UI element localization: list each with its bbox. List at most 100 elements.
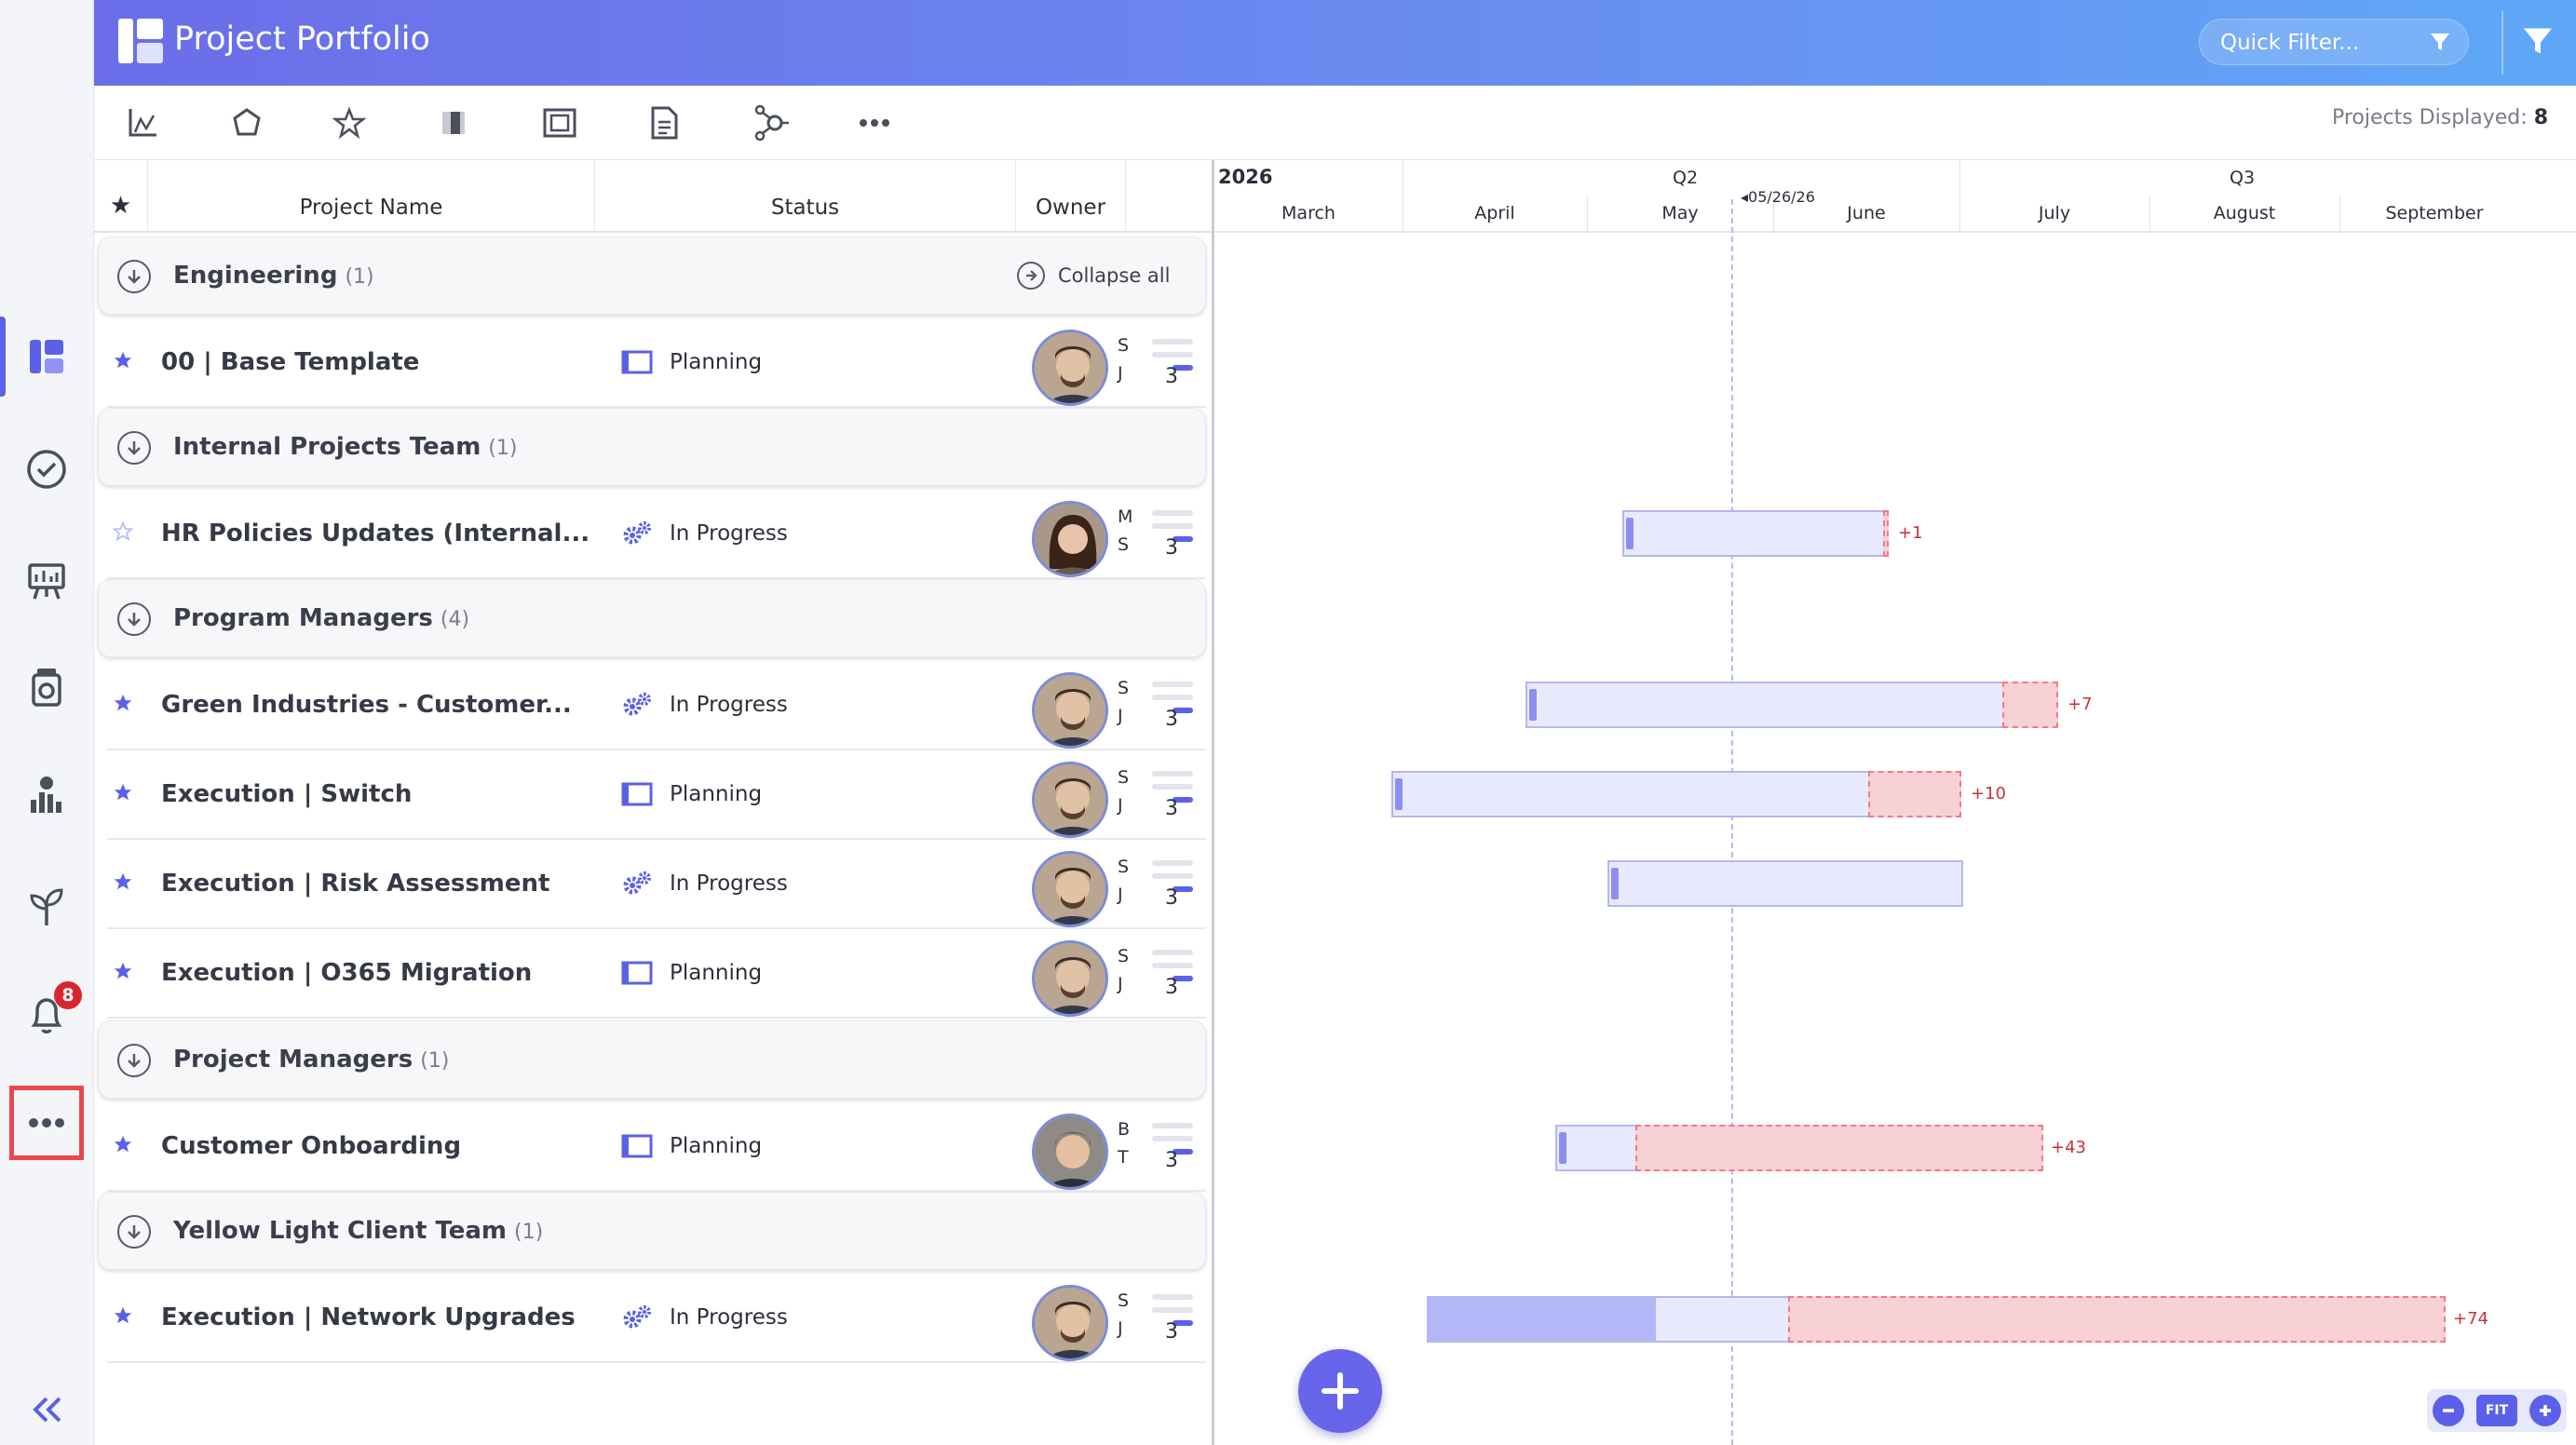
favorite-star-icon[interactable] — [113, 871, 133, 896]
group-collapse-icon[interactable] — [117, 431, 151, 465]
favorite-star-icon[interactable] — [113, 961, 133, 985]
favorite-star-icon[interactable] — [113, 350, 133, 374]
owner-avatar[interactable] — [1032, 672, 1108, 749]
project-name[interactable]: Green Industries - Customer... — [161, 691, 572, 719]
star-outline-icon[interactable] — [329, 102, 370, 143]
collapse-sidebar-icon[interactable] — [13, 1376, 80, 1443]
project-name[interactable]: HR Policies Updates (Internal... — [161, 520, 590, 547]
owner-avatar[interactable] — [1032, 330, 1108, 406]
month-label: April — [1474, 203, 1515, 223]
column-header-status[interactable]: Status — [595, 160, 1016, 233]
owner-avatar[interactable] — [1032, 501, 1108, 577]
favorite-star-outline-icon[interactable] — [112, 520, 134, 546]
project-row[interactable]: Execution | Risk Assessment In Progress … — [107, 840, 1206, 929]
month-label: August — [2213, 203, 2276, 223]
zoom-fit-button[interactable]: FIT — [2475, 1395, 2517, 1426]
gantt-bar[interactable] — [1391, 771, 1870, 817]
month-label: July — [2038, 203, 2071, 223]
owner-avatar[interactable] — [1032, 1114, 1108, 1190]
group-row-internal-projects[interactable]: Internal Projects Team (1) — [98, 408, 1206, 486]
gantt-bar[interactable] — [1525, 682, 2004, 728]
funnel-icon — [2429, 31, 2451, 59]
owner-initials: BT — [1118, 1119, 1131, 1168]
grid-header: ★ Project Name Status Owner — [94, 160, 1212, 233]
project-name[interactable]: Execution | Network Upgrades — [161, 1303, 576, 1331]
filter-button[interactable] — [2521, 24, 2555, 61]
overrun-label: +7 — [2068, 695, 2093, 714]
project-status: In Progress — [621, 520, 788, 547]
workflow-icon[interactable] — [751, 102, 792, 143]
favorite-star-icon[interactable] — [113, 1134, 133, 1158]
group-collapse-icon[interactable] — [117, 260, 151, 293]
gantt-bar[interactable] — [1555, 1125, 1637, 1171]
people-chart-icon[interactable] — [13, 762, 80, 829]
project-status: Planning — [621, 959, 762, 987]
group-collapse-icon[interactable] — [117, 602, 151, 636]
column-header-name[interactable]: Project Name — [148, 160, 595, 233]
group-row-project-managers[interactable]: Project Managers (1) — [98, 1020, 1206, 1099]
project-name[interactable]: Execution | Risk Assessment — [161, 870, 549, 898]
zoom-out-button[interactable] — [2433, 1395, 2465, 1426]
project-row[interactable]: HR Policies Updates (Internal... In Prog… — [107, 490, 1206, 579]
month-label: June — [1847, 203, 1886, 223]
favorite-star-icon[interactable] — [113, 693, 133, 717]
column-header-star[interactable]: ★ — [94, 160, 148, 233]
sprout-icon[interactable] — [13, 873, 80, 940]
group-row-program-managers[interactable]: Program Managers (4) — [98, 579, 1206, 657]
toolbar: Projects Displayed: 8 — [94, 86, 2576, 160]
shape-icon[interactable] — [226, 102, 267, 143]
owner-initials: MS — [1118, 506, 1133, 555]
axis-chart-icon[interactable] — [122, 102, 163, 143]
project-status: Planning — [621, 348, 762, 376]
planning-board-icon — [621, 348, 653, 376]
project-name[interactable]: Execution | Switch — [161, 780, 412, 808]
gantt-bar-overrun — [1883, 510, 1889, 557]
overrun-label: +10 — [1971, 784, 2006, 804]
column-header-owner[interactable]: Owner — [1016, 160, 1126, 233]
gantt-bar[interactable] — [1607, 860, 1963, 907]
quick-filter-placeholder: Quick Filter... — [2220, 31, 2360, 55]
check-circle-icon[interactable] — [13, 436, 80, 503]
gantt-bar-overrun — [1868, 771, 1961, 817]
priority-value: 3 — [1165, 797, 1178, 820]
group-name: Program Managers (4) — [173, 604, 470, 632]
frame-icon[interactable] — [539, 102, 580, 143]
portfolio-icon[interactable] — [13, 323, 80, 390]
owner-avatar[interactable] — [1032, 1285, 1108, 1361]
owner-avatar[interactable] — [1032, 940, 1108, 1017]
collapse-all-button[interactable]: Collapse all — [1017, 262, 1170, 290]
gantt-bar[interactable] — [1622, 510, 1885, 557]
project-row[interactable]: Green Industries - Customer... In Progre… — [107, 661, 1206, 750]
group-row-engineering[interactable]: Engineering (1) Collapse all — [98, 236, 1206, 315]
overrun-label: +74 — [2453, 1309, 2488, 1329]
presentation-icon[interactable] — [13, 547, 80, 614]
gantt-bar[interactable] — [1427, 1296, 1790, 1343]
zoom-in-button[interactable] — [2529, 1395, 2561, 1426]
group-collapse-icon[interactable] — [117, 1215, 151, 1249]
more-icon[interactable] — [854, 102, 895, 143]
column-icon[interactable] — [433, 102, 474, 143]
project-row[interactable]: Customer Onboarding Planning BT 3 — [107, 1102, 1206, 1192]
camera-jar-icon[interactable] — [13, 654, 80, 721]
add-project-button[interactable] — [1298, 1349, 1382, 1433]
project-name[interactable]: Customer Onboarding — [161, 1132, 461, 1160]
favorite-star-icon[interactable] — [113, 1305, 133, 1330]
favorite-star-icon[interactable] — [113, 782, 133, 806]
project-name[interactable]: 00 | Base Template — [161, 348, 419, 376]
app-header: Project Portfolio Quick Filter... — [94, 0, 2576, 86]
project-row[interactable]: 00 | Base Template Planning SJ 3 — [107, 318, 1206, 408]
project-row[interactable]: Execution | O365 Migration Planning SJ 3 — [107, 929, 1206, 1019]
project-status: Planning — [621, 1132, 762, 1160]
project-row[interactable]: Execution | Switch Planning SJ 3 — [107, 750, 1206, 840]
month-label: March — [1281, 203, 1335, 223]
group-collapse-icon[interactable] — [117, 1044, 151, 1077]
owner-avatar[interactable] — [1032, 762, 1108, 838]
project-row[interactable]: Execution | Network Upgrades In Progress… — [107, 1274, 1206, 1363]
group-row-yellow-light[interactable]: Yellow Light Client Team (1) — [98, 1192, 1206, 1270]
owner-avatar[interactable] — [1032, 851, 1108, 927]
project-name[interactable]: Execution | O365 Migration — [161, 959, 532, 987]
quick-filter-input[interactable]: Quick Filter... — [2199, 19, 2469, 65]
today-line — [1731, 199, 1733, 1445]
document-icon[interactable] — [644, 102, 685, 143]
more-icon[interactable] — [13, 1089, 80, 1156]
